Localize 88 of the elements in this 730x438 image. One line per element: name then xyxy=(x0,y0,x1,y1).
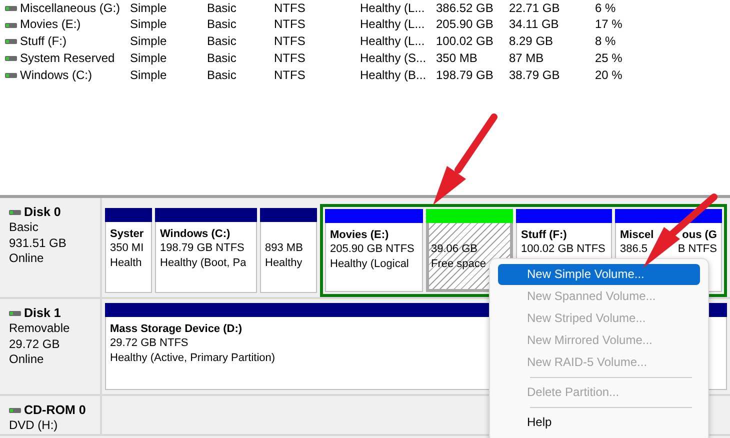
drive-icon xyxy=(5,39,17,44)
partition-size: 29.72 GB NTFS xyxy=(110,336,188,351)
drive-icon xyxy=(5,6,17,11)
table-cell: 386.52 GB xyxy=(436,0,494,15)
table-cell: NTFS xyxy=(274,50,306,65)
table-cell: Simple xyxy=(130,0,167,15)
partition-size: 386.5 xyxy=(620,242,648,257)
partition-title: Mass Storage Device (D:) xyxy=(110,322,242,336)
partition-status: Healthy (Active, Primary Partition) xyxy=(110,350,276,365)
partition-bar xyxy=(260,208,317,222)
table-cell: Healthy (B... xyxy=(360,68,426,82)
disk-type: Removable xyxy=(9,321,71,337)
table-cell: 8.29 GB xyxy=(509,34,554,48)
partition-bar xyxy=(105,208,152,222)
partition-status: Healthy xyxy=(265,256,302,270)
partition-title: Windows (C:) xyxy=(160,227,230,242)
table-cell: 350 MB xyxy=(436,50,478,65)
table-cell: 205.90 GB xyxy=(436,17,494,32)
table-cell: Healthy (L... xyxy=(360,17,425,32)
disk-status: Online xyxy=(9,251,45,268)
table-cell: NTFS xyxy=(274,17,306,32)
drive-icon xyxy=(5,56,17,62)
partition-title: ous (G xyxy=(682,228,717,242)
table-cell: 87 MB xyxy=(509,50,544,65)
partition-title: Movies (E:) xyxy=(330,228,389,242)
volume-name: System Reserved xyxy=(20,50,115,67)
disk-size: 29.72 GB xyxy=(9,336,61,352)
table-cell: Healthy (L... xyxy=(360,34,425,48)
disk-name: CD-ROM 0 xyxy=(24,402,86,418)
volume-name: Windows (C:) xyxy=(20,68,92,84)
disk-name: Disk 1 xyxy=(24,305,61,322)
table-cell: Basic xyxy=(207,50,236,65)
volume-name: Stuff (F:) xyxy=(20,34,66,50)
table-cell: 25 % xyxy=(595,50,622,65)
table-cell: Simple xyxy=(130,34,167,48)
table-cell: 34.11 GB xyxy=(509,17,559,32)
partition-size: 893 MB xyxy=(265,241,303,256)
drive-icon xyxy=(5,73,17,78)
disk-name: Disk 0 xyxy=(24,204,61,220)
table-cell: Healthy (L... xyxy=(360,0,425,15)
table-cell: 6 % xyxy=(595,0,616,15)
drive-icon xyxy=(9,310,21,316)
table-cell: Healthy (S... xyxy=(360,50,426,65)
cd-drive-icon xyxy=(9,408,21,413)
partition-size: B NTFS xyxy=(678,242,717,257)
table-cell: NTFS xyxy=(274,34,306,48)
table-cell: NTFS xyxy=(274,0,306,15)
partition-size: 350 MI xyxy=(110,241,144,256)
menu-item[interactable]: New Simple Volume... xyxy=(498,264,700,285)
table-cell: 17 % xyxy=(595,17,622,32)
table-cell: Simple xyxy=(130,68,167,82)
partition-size: 100.02 GB NTFS xyxy=(521,242,606,257)
table-cell: Simple xyxy=(130,50,167,65)
drive-icon xyxy=(9,210,21,215)
partition-size: 39.06 GB xyxy=(431,242,478,257)
partition-size: 198.79 GB NTFS xyxy=(160,241,244,256)
table-cell: 100.02 GB xyxy=(436,34,494,48)
partition-block[interactable]: Movies (E:) 205.90 GB NTFS Healthy (Logical xyxy=(325,223,423,292)
table-cell: 8 % xyxy=(595,34,616,48)
table-cell: 198.79 GB xyxy=(436,68,494,82)
table-cell: Basic xyxy=(207,17,236,32)
partition-status: Health xyxy=(110,256,142,270)
table-cell: Basic xyxy=(207,0,236,15)
partition-title: Miscel xyxy=(620,228,654,242)
table-cell: Basic xyxy=(207,68,236,82)
table-cell: 20 % xyxy=(595,68,622,82)
drive-icon xyxy=(5,22,17,28)
partition-title: Syster xyxy=(110,227,144,242)
partition-status: Healthy (Boot, Pa xyxy=(160,256,246,270)
disk-status: Online xyxy=(9,352,45,368)
volume-name: Miscellaneous (G:) xyxy=(20,0,120,16)
partition-block[interactable]: 893 MB Healthy xyxy=(260,222,317,293)
menu-item[interactable]: Help xyxy=(498,412,700,433)
table-cell: Simple xyxy=(130,17,167,32)
disk-type: DVD (H:) xyxy=(9,418,59,434)
partition-block[interactable]: Windows (C:) 198.79 GB NTFS Healthy (Boot, Pa xyxy=(155,222,257,293)
table-cell: 22.71 GB xyxy=(509,0,560,15)
table-cell: NTFS xyxy=(274,68,306,82)
volume-name: Movies (E:) xyxy=(20,17,81,33)
disk-size: 931.51 GB xyxy=(9,236,68,252)
partition-status: Healthy (Logical xyxy=(330,256,409,271)
disk-type: Basic xyxy=(9,220,40,236)
partition-title: Stuff (F:) xyxy=(521,228,567,242)
partition-size: 205.90 GB NTFS xyxy=(330,242,414,257)
partition-block[interactable]: Syster 350 MI Health xyxy=(105,222,152,293)
table-cell: 38.79 GB xyxy=(509,68,560,82)
partition-status: Free space xyxy=(431,256,486,271)
table-cell: Basic xyxy=(207,34,236,48)
